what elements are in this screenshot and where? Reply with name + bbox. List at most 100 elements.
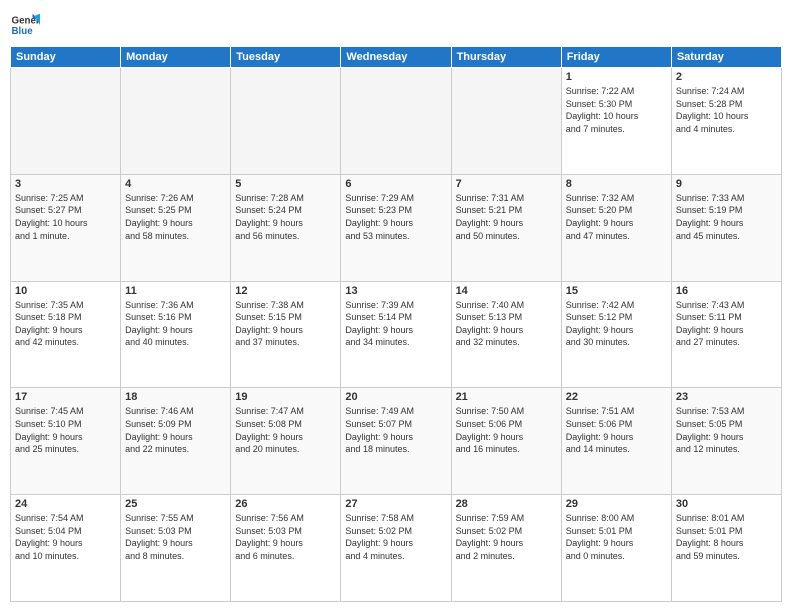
calendar-cell: 16 Sunrise: 7:43 AM Sunset: 5:11 PM Dayli… [671, 281, 781, 388]
day-info: Sunrise: 7:22 AM Sunset: 5:30 PM Dayligh… [566, 85, 667, 135]
calendar-week-1: 1 Sunrise: 7:22 AM Sunset: 5:30 PM Daylig… [11, 68, 782, 175]
calendar-body: 1 Sunrise: 7:22 AM Sunset: 5:30 PM Daylig… [11, 68, 782, 602]
day-info: Sunrise: 7:50 AM Sunset: 5:06 PM Dayligh… [456, 405, 557, 455]
day-info: Sunrise: 7:46 AM Sunset: 5:09 PM Dayligh… [125, 405, 226, 455]
day-info: Sunrise: 7:31 AM Sunset: 5:21 PM Dayligh… [456, 192, 557, 242]
day-number: 21 [456, 391, 557, 403]
calendar-cell: 28 Sunrise: 7:59 AM Sunset: 5:02 PM Dayli… [451, 495, 561, 602]
calendar-cell [121, 68, 231, 175]
col-wednesday: Wednesday [341, 47, 451, 68]
day-number: 8 [566, 178, 667, 190]
calendar-cell: 26 Sunrise: 7:56 AM Sunset: 5:03 PM Dayli… [231, 495, 341, 602]
day-number: 23 [676, 391, 777, 403]
calendar-cell: 7 Sunrise: 7:31 AM Sunset: 5:21 PM Daylig… [451, 174, 561, 281]
calendar-table: Sunday Monday Tuesday Wednesday Thursday… [10, 46, 782, 602]
day-number: 17 [15, 391, 116, 403]
calendar-cell: 13 Sunrise: 7:39 AM Sunset: 5:14 PM Dayli… [341, 281, 451, 388]
calendar-header: Sunday Monday Tuesday Wednesday Thursday… [11, 47, 782, 68]
calendar-cell: 27Sunrise: 7:58 AM Sunset: 5:02 PM Dayli… [341, 495, 451, 602]
day-number: 24 [15, 498, 116, 510]
svg-text:Blue: Blue [12, 26, 34, 37]
day-info: Sunrise: 7:53 AM Sunset: 5:05 PM Dayligh… [676, 405, 777, 455]
calendar-cell: 12Sunrise: 7:38 AM Sunset: 5:15 PM Dayli… [231, 281, 341, 388]
calendar-week-3: 10 Sunrise: 7:35 AM Sunset: 5:18 PM Dayli… [11, 281, 782, 388]
calendar-cell: 18 Sunrise: 7:46 AM Sunset: 5:09 PM Dayli… [121, 388, 231, 495]
day-info: Sunrise: 7:29 AM Sunset: 5:23 PM Dayligh… [345, 192, 446, 242]
col-monday: Monday [121, 47, 231, 68]
day-number: 10 [15, 285, 116, 297]
day-info: Sunrise: 7:33 AM Sunset: 5:19 PM Dayligh… [676, 192, 777, 242]
day-number: 13 [345, 285, 446, 297]
logo: General Blue [10, 10, 44, 40]
calendar-week-4: 17 Sunrise: 7:45 AM Sunset: 5:10 PM Dayli… [11, 388, 782, 495]
col-tuesday: Tuesday [231, 47, 341, 68]
day-info: Sunrise: 7:28 AM Sunset: 5:24 PM Dayligh… [235, 192, 336, 242]
day-number: 11 [125, 285, 226, 297]
calendar-cell: 9 Sunrise: 7:33 AM Sunset: 5:19 PM Daylig… [671, 174, 781, 281]
calendar-cell: 21 Sunrise: 7:50 AM Sunset: 5:06 PM Dayli… [451, 388, 561, 495]
day-number: 26 [235, 498, 336, 510]
calendar-cell: 11 Sunrise: 7:36 AM Sunset: 5:16 PM Dayli… [121, 281, 231, 388]
day-info: Sunrise: 7:38 AM Sunset: 5:15 PM Dayligh… [235, 299, 336, 349]
calendar-cell: 15 Sunrise: 7:42 AM Sunset: 5:12 PM Dayli… [561, 281, 671, 388]
calendar-week-5: 24 Sunrise: 7:54 AM Sunset: 5:04 PM Dayli… [11, 495, 782, 602]
calendar-cell: 30Sunrise: 8:01 AM Sunset: 5:01 PM Dayli… [671, 495, 781, 602]
day-info: Sunrise: 8:01 AM Sunset: 5:01 PM Dayligh… [676, 512, 777, 562]
day-number: 6 [345, 178, 446, 190]
day-number: 18 [125, 391, 226, 403]
day-info: Sunrise: 7:43 AM Sunset: 5:11 PM Dayligh… [676, 299, 777, 349]
day-number: 28 [456, 498, 557, 510]
col-thursday: Thursday [451, 47, 561, 68]
day-number: 2 [676, 71, 777, 83]
calendar-cell [11, 68, 121, 175]
day-number: 27 [345, 498, 446, 510]
header: General Blue [10, 10, 782, 40]
day-info: Sunrise: 7:40 AM Sunset: 5:13 PM Dayligh… [456, 299, 557, 349]
day-number: 16 [676, 285, 777, 297]
calendar-cell: 29 Sunrise: 8:00 AM Sunset: 5:01 PM Dayli… [561, 495, 671, 602]
calendar-cell: 10 Sunrise: 7:35 AM Sunset: 5:18 PM Dayli… [11, 281, 121, 388]
day-info: Sunrise: 7:36 AM Sunset: 5:16 PM Dayligh… [125, 299, 226, 349]
day-number: 15 [566, 285, 667, 297]
calendar-cell: 20 Sunrise: 7:49 AM Sunset: 5:07 PM Dayli… [341, 388, 451, 495]
calendar-cell [451, 68, 561, 175]
day-info: Sunrise: 7:24 AM Sunset: 5:28 PM Dayligh… [676, 85, 777, 135]
day-number: 29 [566, 498, 667, 510]
calendar-cell: 8 Sunrise: 7:32 AM Sunset: 5:20 PM Daylig… [561, 174, 671, 281]
day-info: Sunrise: 7:56 AM Sunset: 5:03 PM Dayligh… [235, 512, 336, 562]
day-info: Sunrise: 8:00 AM Sunset: 5:01 PM Dayligh… [566, 512, 667, 562]
calendar-cell: 19Sunrise: 7:47 AM Sunset: 5:08 PM Dayli… [231, 388, 341, 495]
calendar-cell: 23 Sunrise: 7:53 AM Sunset: 5:05 PM Dayli… [671, 388, 781, 495]
logo-icon: General Blue [10, 10, 40, 40]
day-info: Sunrise: 7:49 AM Sunset: 5:07 PM Dayligh… [345, 405, 446, 455]
day-info: Sunrise: 7:35 AM Sunset: 5:18 PM Dayligh… [15, 299, 116, 349]
calendar-cell: 24 Sunrise: 7:54 AM Sunset: 5:04 PM Dayli… [11, 495, 121, 602]
col-friday: Friday [561, 47, 671, 68]
calendar-cell [341, 68, 451, 175]
day-number: 20 [345, 391, 446, 403]
calendar-cell: 4Sunrise: 7:26 AM Sunset: 5:25 PM Daylig… [121, 174, 231, 281]
calendar-cell: 3 Sunrise: 7:25 AM Sunset: 5:27 PM Daylig… [11, 174, 121, 281]
day-number: 3 [15, 178, 116, 190]
day-number: 22 [566, 391, 667, 403]
day-info: Sunrise: 7:59 AM Sunset: 5:02 PM Dayligh… [456, 512, 557, 562]
day-info: Sunrise: 7:51 AM Sunset: 5:06 PM Dayligh… [566, 405, 667, 455]
day-number: 14 [456, 285, 557, 297]
day-info: Sunrise: 7:45 AM Sunset: 5:10 PM Dayligh… [15, 405, 116, 455]
day-info: Sunrise: 7:39 AM Sunset: 5:14 PM Dayligh… [345, 299, 446, 349]
day-number: 9 [676, 178, 777, 190]
calendar-cell: 17 Sunrise: 7:45 AM Sunset: 5:10 PM Dayli… [11, 388, 121, 495]
col-saturday: Saturday [671, 47, 781, 68]
day-info: Sunrise: 7:42 AM Sunset: 5:12 PM Dayligh… [566, 299, 667, 349]
day-info: Sunrise: 7:54 AM Sunset: 5:04 PM Dayligh… [15, 512, 116, 562]
day-info: Sunrise: 7:25 AM Sunset: 5:27 PM Dayligh… [15, 192, 116, 242]
day-number: 7 [456, 178, 557, 190]
day-number: 19 [235, 391, 336, 403]
day-info: Sunrise: 7:32 AM Sunset: 5:20 PM Dayligh… [566, 192, 667, 242]
day-number: 4 [125, 178, 226, 190]
day-number: 1 [566, 71, 667, 83]
calendar-cell: 14 Sunrise: 7:40 AM Sunset: 5:13 PM Dayli… [451, 281, 561, 388]
col-sunday: Sunday [11, 47, 121, 68]
calendar-cell: 1 Sunrise: 7:22 AM Sunset: 5:30 PM Daylig… [561, 68, 671, 175]
page: General Blue Sunday Monday Tuesday Wedne… [0, 0, 792, 612]
